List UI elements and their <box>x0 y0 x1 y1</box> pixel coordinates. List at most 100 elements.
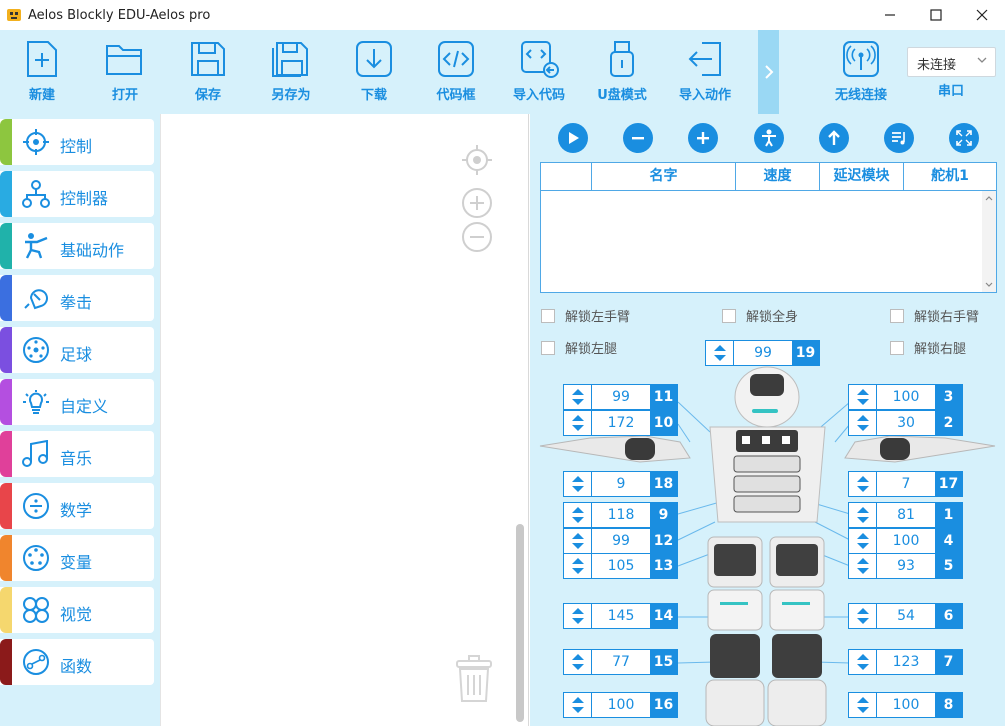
unlock-right-leg-checkbox[interactable]: 解锁右腿 <box>890 338 966 357</box>
servo-value[interactable]: 100 <box>877 529 935 553</box>
category-boxing[interactable]: 拳击 <box>0 275 154 321</box>
servo-value[interactable]: 9 <box>592 472 650 496</box>
spin-arrows-icon[interactable] <box>849 385 877 409</box>
servo-stepper[interactable]: 123 7 <box>848 649 963 675</box>
servo-stepper[interactable]: 172 10 <box>563 410 678 436</box>
checkbox-box[interactable] <box>890 308 904 323</box>
category-soccer[interactable]: 足球 <box>0 327 154 373</box>
servo-stepper[interactable]: 81 1 <box>848 502 963 528</box>
servo-stepper[interactable]: 100 16 <box>563 692 678 718</box>
close-button[interactable] <box>959 0 1005 30</box>
spin-arrows-icon[interactable] <box>849 604 877 628</box>
servo-value[interactable]: 105 <box>592 554 650 578</box>
servo-stepper[interactable]: 99 11 <box>563 384 678 410</box>
servo-value[interactable]: 77 <box>592 650 650 674</box>
servo-value[interactable]: 100 <box>877 693 935 717</box>
reset-pose-button[interactable] <box>754 123 784 153</box>
save-as-button[interactable]: 另存为 <box>256 40 326 103</box>
servo-value[interactable]: 100 <box>877 385 935 409</box>
spin-arrows-icon[interactable] <box>564 554 592 578</box>
category-custom[interactable]: 自定义 <box>0 379 154 425</box>
spin-arrows-icon[interactable] <box>706 341 734 365</box>
category-vision[interactable]: 视觉 <box>0 587 154 633</box>
servo-value[interactable]: 7 <box>877 472 935 496</box>
servo-value[interactable]: 118 <box>592 503 650 527</box>
spin-arrows-icon[interactable] <box>849 693 877 717</box>
servo-value[interactable]: 81 <box>877 503 935 527</box>
code-button[interactable]: 代码框 <box>421 40 491 103</box>
download-button[interactable]: 下载 <box>339 40 409 103</box>
udisk-mode-button[interactable]: U盘模式 <box>587 40 657 103</box>
servo-stepper[interactable]: 7 17 <box>848 471 963 497</box>
spin-arrows-icon[interactable] <box>564 385 592 409</box>
servo-stepper[interactable]: 99 19 <box>705 340 820 366</box>
play-button[interactable] <box>558 123 588 153</box>
spin-arrows-icon[interactable] <box>849 529 877 553</box>
import-action-button[interactable]: 导入动作 <box>670 40 740 103</box>
servo-stepper[interactable]: 30 2 <box>848 410 963 436</box>
table-scrollbar[interactable] <box>982 191 996 292</box>
servo-stepper[interactable]: 105 13 <box>563 553 678 579</box>
wireless-connect-button[interactable]: 无线连接 <box>826 40 896 103</box>
import-code-button[interactable]: 导入代码 <box>504 40 574 103</box>
unlock-left-arm-checkbox[interactable]: 解锁左手臂 <box>541 306 630 325</box>
servo-value[interactable]: 100 <box>592 693 650 717</box>
servo-stepper[interactable]: 9 18 <box>563 471 678 497</box>
zoom-out-icon[interactable] <box>461 221 493 253</box>
spin-arrows-icon[interactable] <box>564 411 592 435</box>
music-list-button[interactable] <box>884 123 914 153</box>
servo-value[interactable]: 93 <box>877 554 935 578</box>
toolbar-more-button[interactable] <box>758 30 779 114</box>
open-button[interactable]: 打开 <box>90 40 160 103</box>
serial-port-select[interactable]: 未连接 <box>907 47 996 77</box>
servo-stepper[interactable]: 100 3 <box>848 384 963 410</box>
spin-arrows-icon[interactable] <box>564 472 592 496</box>
category-math[interactable]: 数学 <box>0 483 154 529</box>
servo-value[interactable]: 145 <box>592 604 650 628</box>
servo-stepper[interactable]: 100 4 <box>848 528 963 554</box>
servo-value[interactable]: 123 <box>877 650 935 674</box>
spin-arrows-icon[interactable] <box>564 529 592 553</box>
save-button[interactable]: 保存 <box>173 40 243 103</box>
servo-value[interactable]: 30 <box>877 411 935 435</box>
spin-arrows-icon[interactable] <box>564 650 592 674</box>
spin-arrows-icon[interactable] <box>849 503 877 527</box>
zoom-in-icon[interactable] <box>461 187 493 219</box>
checkbox-box[interactable] <box>541 308 555 323</box>
new-button[interactable]: 新建 <box>7 40 77 103</box>
category-functions[interactable]: 函数 <box>0 639 154 685</box>
spin-arrows-icon[interactable] <box>849 554 877 578</box>
category-control[interactable]: 控制 <box>0 119 154 165</box>
spin-arrows-icon[interactable] <box>564 693 592 717</box>
trash-icon[interactable] <box>454 655 494 703</box>
category-controller[interactable]: 控制器 <box>0 171 154 217</box>
add-frame-button[interactable] <box>688 123 718 153</box>
spin-arrows-icon[interactable] <box>564 604 592 628</box>
fullscreen-button[interactable] <box>949 123 979 153</box>
servo-stepper[interactable]: 54 6 <box>848 603 963 629</box>
servo-value[interactable]: 99 <box>592 385 650 409</box>
servo-value[interactable]: 99 <box>592 529 650 553</box>
servo-stepper[interactable]: 145 14 <box>563 603 678 629</box>
servo-stepper[interactable]: 77 15 <box>563 649 678 675</box>
spin-arrows-icon[interactable] <box>849 472 877 496</box>
spin-arrows-icon[interactable] <box>564 503 592 527</box>
checkbox-box[interactable] <box>890 340 904 355</box>
unlock-whole-body-checkbox[interactable]: 解锁全身 <box>722 306 798 325</box>
checkbox-box[interactable] <box>722 308 736 323</box>
servo-stepper[interactable]: 100 8 <box>848 692 963 718</box>
workspace-scrollbar[interactable] <box>516 524 524 722</box>
checkbox-box[interactable] <box>541 340 555 355</box>
servo-value[interactable]: 99 <box>734 341 792 365</box>
category-music[interactable]: 音乐 <box>0 431 154 477</box>
block-workspace[interactable] <box>160 114 529 726</box>
action-frames-table[interactable]: 名字 速度 延迟模块 舵机1 <box>540 162 997 293</box>
servo-stepper[interactable]: 93 5 <box>848 553 963 579</box>
read-pose-button[interactable] <box>819 123 849 153</box>
maximize-button[interactable] <box>913 0 959 30</box>
unlock-left-leg-checkbox[interactable]: 解锁左腿 <box>541 338 617 357</box>
minimize-button[interactable] <box>867 0 913 30</box>
spin-arrows-icon[interactable] <box>849 411 877 435</box>
servo-stepper[interactable]: 118 9 <box>563 502 678 528</box>
category-basic-actions[interactable]: 基础动作 <box>0 223 154 269</box>
